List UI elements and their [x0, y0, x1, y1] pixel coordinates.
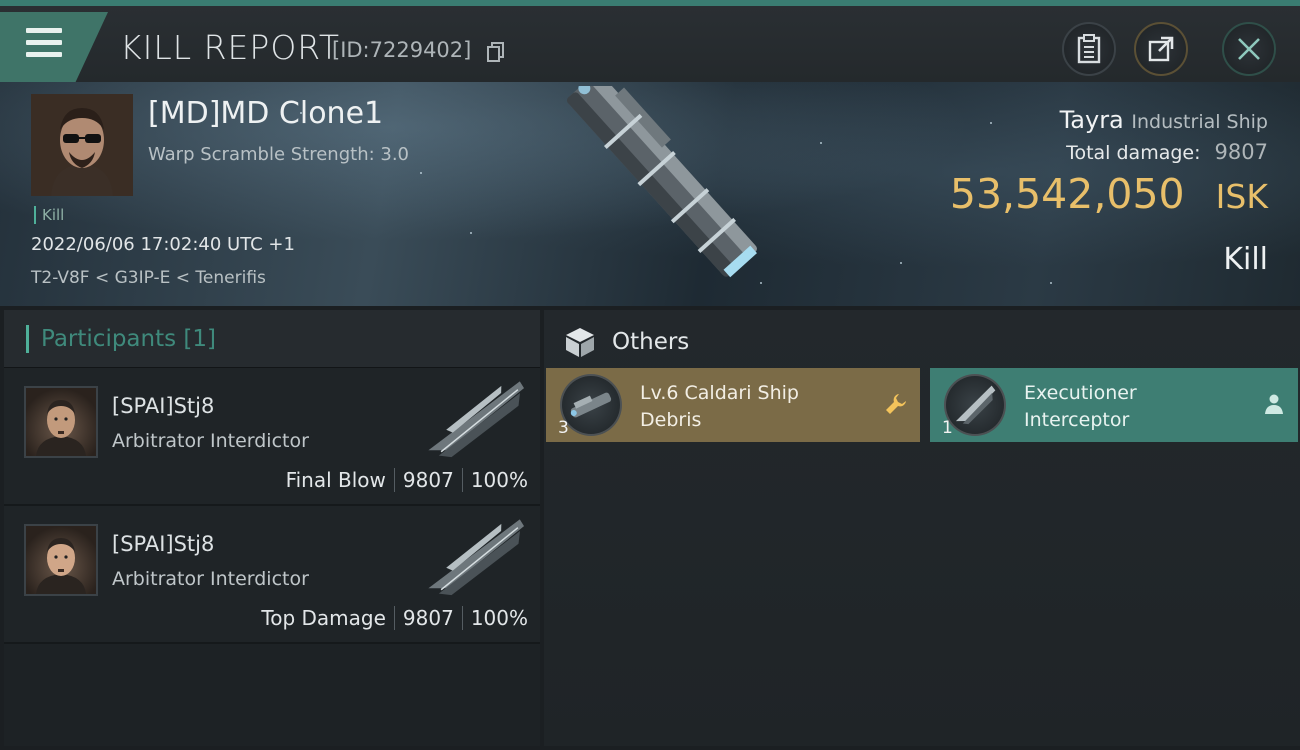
participant-stats: Top Damage 9807 100% — [261, 606, 528, 630]
participants-panel: Participants [1] [SPAI]Stj8 Arbitrator I… — [4, 310, 540, 746]
cube-icon — [566, 328, 594, 357]
others-title: Others — [612, 329, 690, 355]
total-damage-value: 9807 — [1214, 140, 1268, 164]
item-quantity: 3 — [558, 418, 569, 438]
top-bar: KILL REPORT [ID:7229402] — [0, 0, 1300, 82]
participants-title: Participants [1] — [41, 325, 216, 352]
stat-divider — [393, 468, 395, 492]
hamburger-icon — [26, 28, 62, 64]
menu-button[interactable] — [0, 12, 108, 82]
clipboard-button[interactable] — [1062, 22, 1116, 76]
victim-avatar — [31, 94, 133, 196]
item-name-line1: Executioner — [1024, 382, 1137, 404]
debris-item-card[interactable]: 3 Lv.6 Caldari Ship Debris — [546, 368, 920, 442]
close-icon — [1238, 38, 1260, 60]
others-panel: Others 3 Lv.6 Caldari Ship Debris 1 Exec… — [544, 310, 1300, 746]
total-damage: Total damage: 9807 — [1066, 140, 1268, 164]
participant-avatar[interactable] — [24, 524, 98, 596]
wrench-icon — [886, 394, 906, 414]
kill-location[interactable]: T2-V8F < G3IP-E < Tenerifis — [31, 268, 266, 288]
kill-id: [ID:7229402] — [332, 38, 472, 62]
participant-ship-image[interactable] — [414, 372, 538, 462]
close-button[interactable] — [1222, 22, 1276, 76]
participant-portrait — [36, 400, 86, 456]
participant-ship: Arbitrator Interdictor — [112, 568, 309, 590]
participant-damage: 9807 — [402, 606, 454, 630]
clipboard-icon — [1077, 34, 1101, 64]
victim-name[interactable]: [MD]MD Clone1 — [148, 96, 383, 131]
participant-ship-image[interactable] — [414, 510, 538, 600]
participant-role: Final Blow — [285, 468, 386, 492]
participant-row[interactable]: [SPAI]Stj8 Arbitrator Interdictor Final … — [4, 368, 540, 506]
participant-name[interactable]: [SPAI]Stj8 — [112, 532, 214, 556]
kill-timestamp: 2022/06/06 17:02:40 UTC +1 — [31, 234, 295, 255]
pilot-icon — [1265, 394, 1283, 414]
participant-name[interactable]: [SPAI]Stj8 — [112, 394, 214, 418]
kill-summary-banner: [MD]MD Clone1 Warp Scramble Strength: 3.… — [0, 82, 1300, 306]
kill-tag: Kill — [34, 206, 64, 224]
page-title: KILL REPORT — [120, 28, 340, 67]
victim-ship[interactable]: Tayra Industrial Ship — [1060, 106, 1268, 134]
participant-stats: Final Blow 9807 100% — [286, 468, 528, 492]
participant-percent: 100% — [470, 606, 528, 630]
isk-value: 53,542,050 ISK — [950, 170, 1268, 218]
participant-damage: 9807 — [402, 468, 454, 492]
item-name: Lv.6 Caldari Ship Debris — [640, 380, 840, 434]
item-name-line2: Interceptor — [1024, 409, 1130, 431]
isk-amount: 53,542,050 — [949, 170, 1185, 218]
item-name: Executioner Interceptor — [1024, 380, 1224, 434]
participant-ship: Arbitrator Interdictor — [112, 430, 309, 452]
debris-icon — [560, 374, 622, 436]
victim-ship-name: Tayra — [1059, 106, 1124, 134]
participant-role: Top Damage — [261, 606, 386, 630]
participant-percent: 100% — [470, 468, 528, 492]
ship-item-icon — [944, 374, 1006, 436]
kill-result: Kill — [1223, 242, 1268, 277]
others-header: Others — [564, 326, 689, 358]
share-icon — [1148, 36, 1174, 62]
item-name-line1: Lv.6 Caldari Ship — [640, 382, 799, 404]
share-button[interactable] — [1134, 22, 1188, 76]
victim-ship-class: Industrial Ship — [1131, 111, 1268, 133]
participant-avatar[interactable] — [24, 386, 98, 458]
section-marker — [26, 324, 29, 353]
isk-unit: ISK — [1215, 177, 1268, 216]
total-damage-label: Total damage: — [1066, 142, 1201, 164]
stat-divider — [393, 606, 395, 630]
stat-divider — [461, 468, 463, 492]
copy-icon[interactable] — [487, 42, 505, 62]
stat-divider — [461, 606, 463, 630]
item-quantity: 1 — [942, 418, 953, 438]
ship-item-card[interactable]: 1 Executioner Interceptor — [930, 368, 1298, 442]
warp-scramble-strength: Warp Scramble Strength: 3.0 — [148, 144, 410, 165]
item-name-line2: Debris — [640, 409, 702, 431]
victim-portrait[interactable] — [31, 94, 133, 196]
participant-portrait — [36, 538, 86, 594]
participant-row[interactable]: [SPAI]Stj8 Arbitrator Interdictor Top Da… — [4, 506, 540, 644]
participants-header: Participants [1] — [4, 310, 540, 368]
victim-ship-image[interactable] — [520, 86, 780, 301]
